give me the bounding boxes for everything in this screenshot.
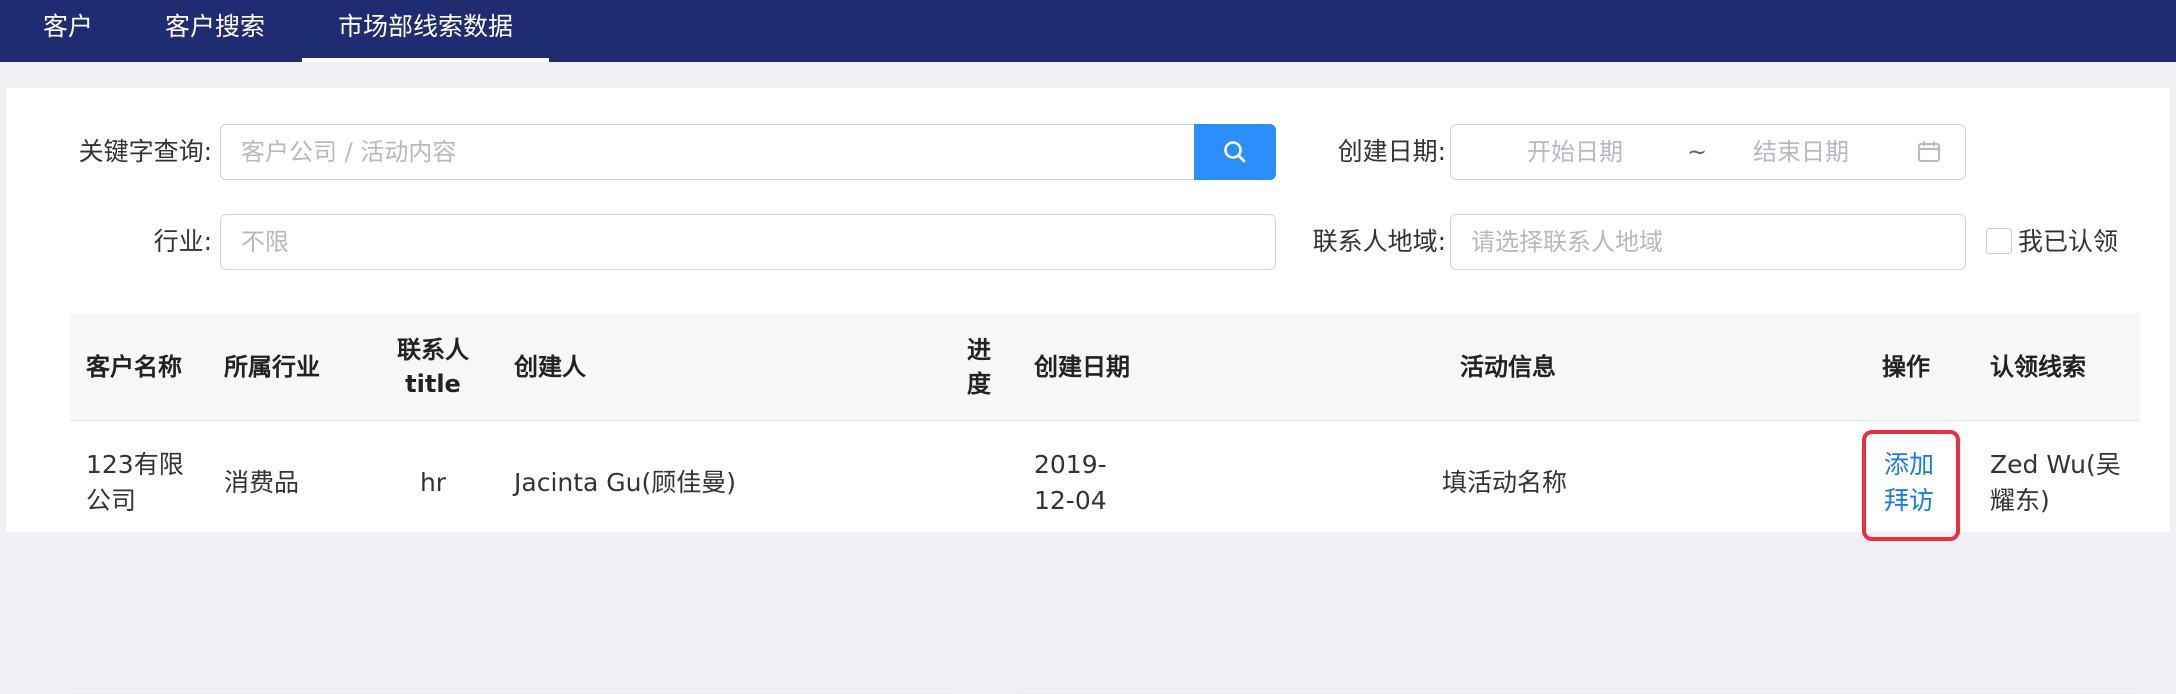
cell-created-line2: 12-04 <box>1034 486 1107 515</box>
header-industry: 所属行业 <box>224 353 320 381</box>
add-visit-link-line2[interactable]: 拜访 <box>1884 483 1934 518</box>
calendar-icon <box>1918 141 1940 162</box>
cell-creator: Jacinta Gu(顾佳曼) <box>514 468 737 497</box>
cell-customer-line1: 123有限 <box>86 450 184 479</box>
search-icon <box>1224 141 1246 163</box>
header-action: 操作 <box>1882 353 1930 381</box>
table-header: 客户名称 所属行业 联系人 title 创建人 进 度 创建日期 活动信息 操作… <box>70 313 2140 421</box>
industry-label: 行业: <box>153 227 212 256</box>
tab-marketing-leads[interactable]: 市场部线索数据 <box>302 0 549 62</box>
claimed-label: 我已认领 <box>2018 227 2119 256</box>
header-activity: 活动信息 <box>1460 353 1556 381</box>
date-label: 创建日期: <box>1337 137 1446 166</box>
main-panel: 关键字查询: 客户公司 / 活动内容 创建日期: 开始日期 ~ 结束日期 行业:… <box>6 88 2170 694</box>
tab-customer-search[interactable]: 客户搜索 <box>150 0 280 62</box>
cell-industry: 消费品 <box>224 468 300 497</box>
date-start-field[interactable]: 开始日期 <box>1527 125 1623 179</box>
cell-activity: 填活动名称 <box>1442 468 1568 497</box>
region-label: 联系人地域: <box>1312 227 1446 256</box>
header-contact-title-2: title <box>405 370 461 398</box>
search-button[interactable] <box>1194 124 1276 180</box>
cell-title: hr <box>419 468 447 497</box>
claimed-checkbox[interactable] <box>1986 228 2012 254</box>
header-claim: 认领线索 <box>1990 353 2086 381</box>
region-select[interactable]: 请选择联系人地域 <box>1450 214 1966 270</box>
keyword-label: 关键字查询: <box>78 137 212 166</box>
add-visit-link-line1[interactable]: 添加 <box>1884 447 1934 482</box>
header-progress-2: 度 <box>967 370 991 398</box>
date-range-picker[interactable]: 开始日期 ~ 结束日期 <box>1450 124 1966 180</box>
cell-created-line1: 2019- <box>1034 450 1107 479</box>
tab-customers[interactable]: 客户 <box>20 0 116 62</box>
date-separator: ~ <box>1687 138 1708 166</box>
cell-customer-line2: 公司 <box>86 486 137 515</box>
cell-claim-line1: Zed Wu(吴 <box>1990 450 2121 479</box>
header-customer: 客户名称 <box>86 353 182 381</box>
industry-select[interactable]: 不限 <box>220 214 1276 270</box>
top-nav-bar: 客户 客户搜索 市场部线索数据 <box>0 0 2176 62</box>
cell-claim-line2: 耀东) <box>1990 486 2050 515</box>
header-created-date: 创建日期 <box>1034 353 1130 381</box>
header-contact-title-1: 联系人 <box>397 336 469 364</box>
date-end-field[interactable]: 结束日期 <box>1753 125 1849 179</box>
header-progress-1: 进 <box>967 336 991 364</box>
keyword-search-input[interactable]: 客户公司 / 活动内容 <box>220 124 1200 180</box>
header-creator: 创建人 <box>514 353 586 381</box>
